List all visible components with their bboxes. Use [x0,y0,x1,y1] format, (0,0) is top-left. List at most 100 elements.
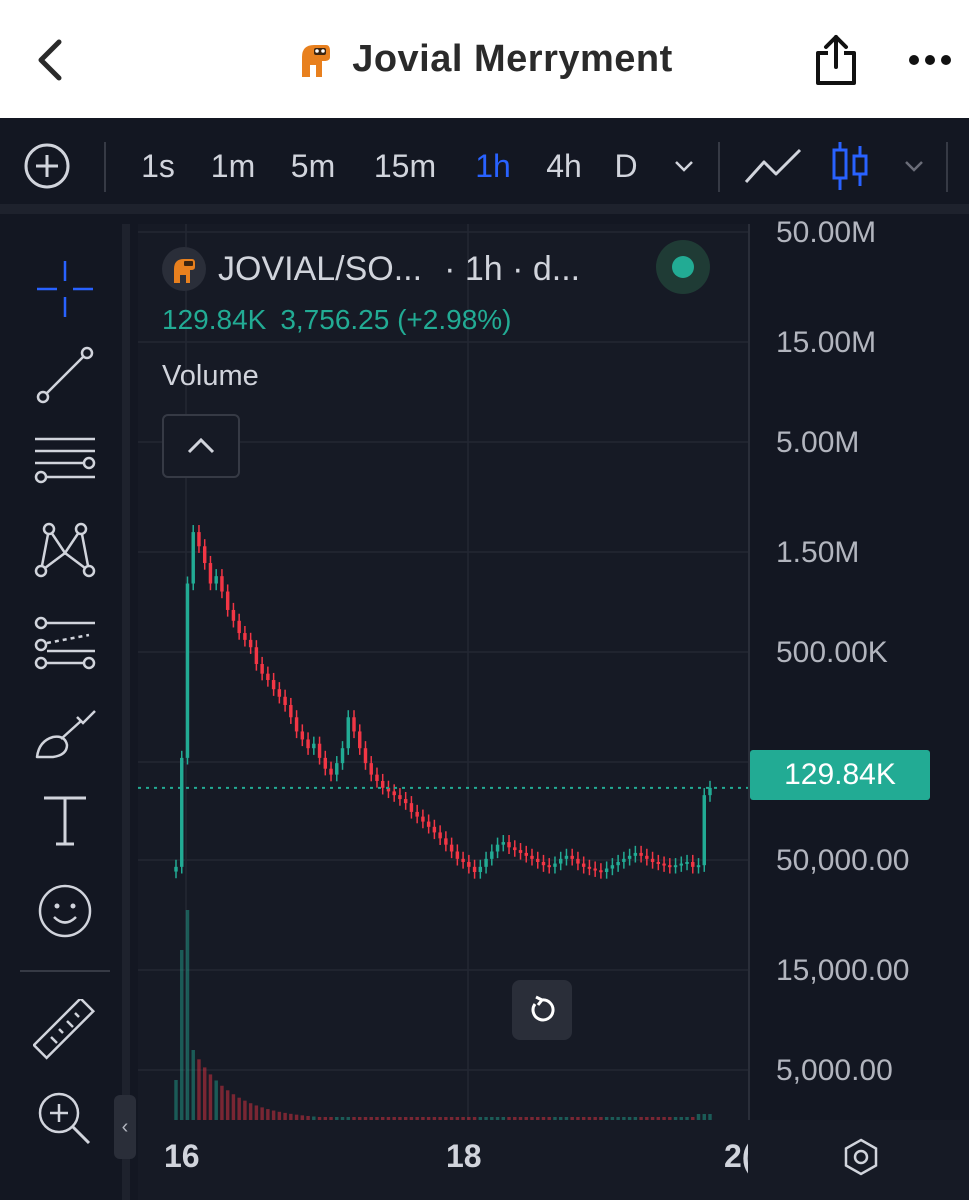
candle [599,870,603,873]
pattern-tool[interactable] [30,514,100,584]
candle [335,763,339,775]
add-symbol-button[interactable] [18,118,76,214]
drawing-tools-panel: ‹ [0,224,136,1200]
candle [685,861,689,864]
candle [346,717,350,749]
volume-bar [254,1105,259,1120]
legend-change: 3,756.25 (+2.98%) [280,304,512,335]
time-scale[interactable] [138,1120,748,1200]
trend-line-tool[interactable] [30,340,100,410]
candle [455,851,460,859]
text-tool[interactable] [30,786,100,856]
price-tick-label: 1.50M [776,536,860,569]
candle [409,803,414,812]
price-tick-label: 500.00K [776,636,888,669]
toolbar-divider [718,142,720,192]
candle [472,866,477,872]
candle [633,852,638,856]
candle [484,858,488,867]
status-dot [672,256,694,278]
candle [289,705,293,718]
candle [248,639,253,648]
candle [627,855,632,859]
price-tick-label: 15.00M [776,326,877,359]
brush-tool[interactable] [30,700,100,770]
candle [461,858,465,862]
token-logo-icon [302,45,331,77]
price-chart[interactable] [138,224,748,1120]
candle [266,673,270,681]
horizontal-lines-tool[interactable] [30,426,100,496]
market-status-indicator[interactable] [656,240,710,294]
candle [426,821,431,827]
share-button[interactable] [808,30,864,90]
chart-toolbar: 1s 1m 5m 15m 1h 4h D [0,118,969,214]
collapse-legend-button[interactable] [162,414,240,478]
candle [587,866,592,869]
plus-circle-icon [24,143,70,189]
volume-bars [174,910,712,1120]
candle [616,861,620,866]
reset-chart-button[interactable] [512,980,572,1040]
candle [604,868,609,872]
candlestick-chart-button[interactable] [822,118,878,214]
candle [369,763,373,775]
interval-D[interactable]: D [606,118,646,214]
crosshair-tool[interactable] [30,254,100,324]
interval-dropdown-button[interactable] [664,118,704,214]
candle [340,748,345,764]
candle [317,743,322,758]
candle [214,576,218,584]
candle [576,858,580,864]
candle [375,774,379,781]
token-logo-icon [162,247,206,291]
candle [449,844,454,852]
smiley-icon [38,884,92,938]
candle [283,696,287,706]
volume-bar [243,1100,247,1120]
more-options-button[interactable] [900,40,960,80]
interval-1h[interactable]: 1h [464,118,522,214]
volume-bar [260,1107,264,1120]
candle [518,850,523,853]
interval-1m[interactable]: 1m [200,118,266,214]
volume-bar [185,910,190,1120]
candle [478,866,483,872]
candle [581,863,586,867]
candle [708,787,712,796]
interval-15m[interactable]: 15m [362,118,448,214]
emoji-tool[interactable] [30,876,100,946]
zoom-in-tool[interactable] [30,1084,100,1154]
interval-4h[interactable]: 4h [534,118,594,214]
volume-indicator-label[interactable]: Volume [162,360,259,393]
time-tick-label: 18 [446,1138,482,1174]
chart-type-dropdown-button[interactable] [894,118,934,214]
interval-1s[interactable]: 1s [130,118,186,214]
price-tick-label: 5,000.00 [776,1054,893,1087]
volume-bar [174,1080,178,1120]
volume-bar [231,1094,236,1120]
volume-bar [180,950,184,1120]
collapse-tools-button[interactable]: ‹ [114,1095,136,1159]
line-chart-button[interactable] [738,118,808,214]
candle [467,861,471,867]
ruler-tool[interactable] [30,996,100,1066]
candlestick-icon [832,142,868,190]
candle [662,863,666,866]
candle [553,863,557,867]
horizontal-lines-icon [34,437,96,484]
candle [679,863,684,866]
candle [415,811,419,817]
candle [208,563,213,584]
back-button[interactable] [30,35,70,85]
volume-bar [225,1090,230,1120]
toolbar-divider [104,142,106,192]
candle [180,757,184,867]
forecast-tool[interactable] [30,608,100,678]
interval-5m[interactable]: 5m [280,118,346,214]
chevron-down-icon [675,161,693,172]
chart-legend[interactable]: JOVIAL/SO... · 1h · d... [162,244,580,294]
chart-settings-button[interactable] [836,1132,886,1182]
candle [277,689,282,697]
candle [610,865,615,869]
